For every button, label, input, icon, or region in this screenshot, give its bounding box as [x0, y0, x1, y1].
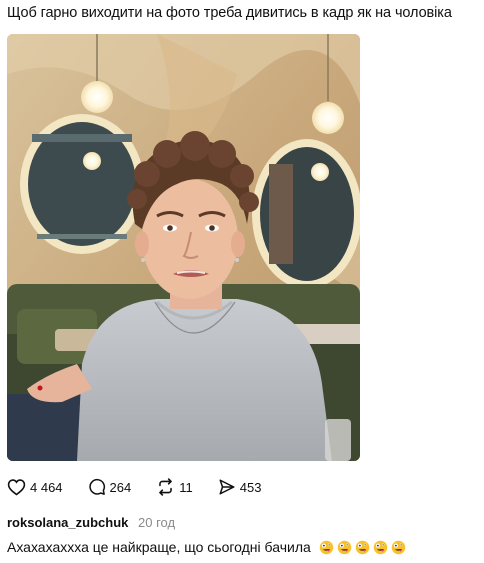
share-button[interactable]: 453 [218, 478, 262, 496]
comment-username[interactable]: roksolana_zubchuk [7, 515, 128, 530]
post-photo[interactable] [7, 34, 360, 461]
zany-face-emoji [373, 540, 387, 555]
heart-icon [7, 479, 26, 496]
comment-body: Ахахахаххха це найкраще, що сьогодні бач… [7, 538, 409, 556]
share-count: 453 [239, 479, 262, 495]
repost-count: 11 [179, 479, 193, 495]
post-text: Щоб гарно виходити на фото треба дивитис… [7, 5, 452, 21]
comment-bubble-icon [88, 478, 105, 495]
comment-time: 20 год [138, 515, 176, 530]
zany-face-emoji [355, 540, 369, 555]
comment-header: roksolana_zubchuk 20 год [7, 514, 175, 531]
comment-count: 264 [109, 479, 132, 495]
repost-icon [159, 478, 173, 496]
comment-text: Ахахахаххха це найкраще, що сьогодні бач… [7, 539, 311, 555]
photo-illustration [7, 34, 360, 461]
zany-face-emoji [319, 540, 333, 555]
comment-button[interactable]: 264 [88, 478, 132, 496]
zany-face-emoji [391, 540, 405, 555]
zany-face-emoji [337, 540, 351, 555]
send-icon [219, 479, 235, 495]
comment-emojis [319, 540, 409, 555]
like-count: 4 464 [30, 479, 63, 495]
repost-button[interactable]: 11 [156, 478, 193, 496]
post-actions: 4 464 264 11 453 [7, 477, 286, 497]
like-button[interactable]: 4 464 [7, 478, 63, 496]
